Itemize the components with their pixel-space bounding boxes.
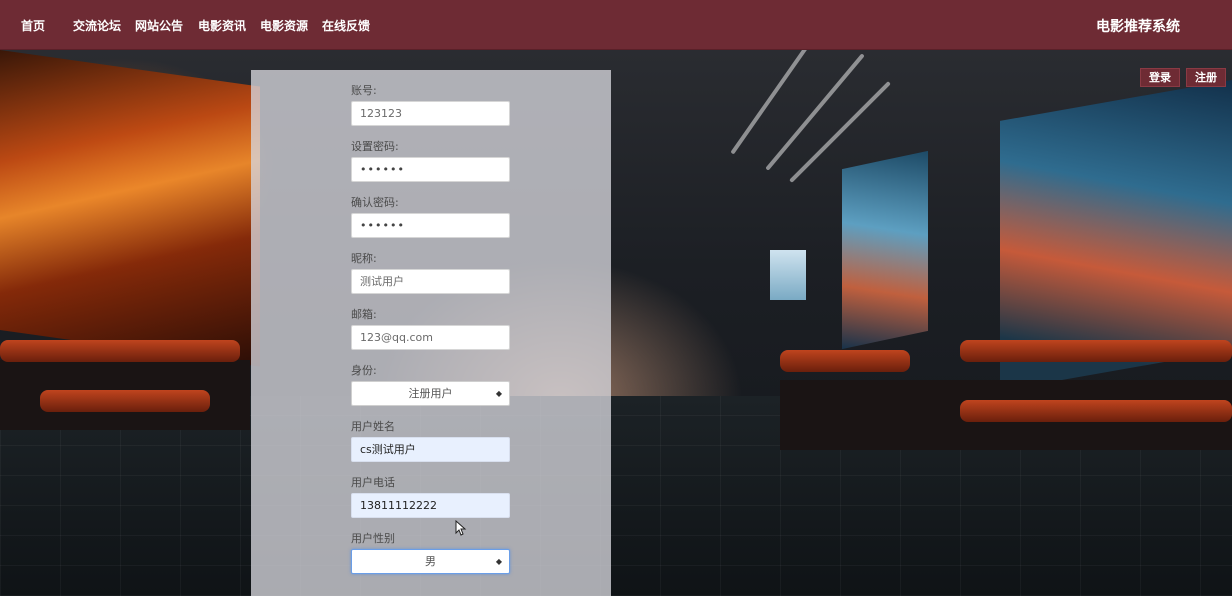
ceiling-light [730, 50, 820, 155]
role-select[interactable]: 注册用户 ◆ [351, 381, 510, 406]
email-label: 邮箱: [351, 308, 377, 321]
seat-row [780, 350, 910, 372]
nav-movie-resources-link[interactable]: 电影资源 [260, 17, 308, 34]
nav-announcement-link[interactable]: 网站公告 [135, 17, 183, 34]
phone-label: 用户电话 [351, 476, 395, 489]
role-select-value: 注册用户 [408, 387, 453, 400]
small-screen-art [770, 250, 806, 300]
gender-label: 用户性别 [351, 532, 395, 545]
left-screen-art [0, 50, 260, 367]
realname-label: 用户姓名 [351, 420, 395, 433]
register-button[interactable]: 注册 [1186, 68, 1226, 87]
seat-row [960, 400, 1232, 422]
seat-row [960, 340, 1232, 362]
seat-row [40, 390, 210, 412]
account-label: 账号: [351, 84, 377, 97]
select-arrows-icon: ◆ [495, 557, 502, 566]
phone-input[interactable]: 13811112222 [351, 493, 510, 518]
nickname-label: 昵称: [351, 252, 377, 265]
email-input[interactable]: 123@qq.com [351, 325, 510, 350]
nav-movie-news-link[interactable]: 电影资讯 [198, 17, 246, 34]
middle-screen-art [842, 150, 928, 350]
nav-feedback-link[interactable]: 在线反馈 [322, 17, 370, 34]
mouse-pointer-icon [455, 520, 467, 536]
gender-select-value: 男 [425, 555, 436, 568]
gender-select[interactable]: 男 ◆ [351, 549, 510, 574]
realname-input[interactable]: cs测试用户 [351, 437, 510, 462]
account-input[interactable]: 123123 [351, 101, 510, 126]
background-cinema-image [0, 50, 1232, 596]
registration-form-panel: 账号: 123123 设置密码: •••••• 确认密码: •••••• 昵称:… [251, 70, 611, 596]
select-arrows-icon: ◆ [495, 389, 502, 398]
login-button[interactable]: 登录 [1140, 68, 1180, 87]
site-title: 电影推荐系统 [1096, 19, 1180, 35]
confirm-password-label: 确认密码: [351, 196, 399, 209]
nickname-input[interactable]: 测试用户 [351, 269, 510, 294]
confirm-password-input[interactable]: •••••• [351, 213, 510, 238]
password-label: 设置密码: [351, 140, 399, 153]
seat-row [0, 340, 240, 362]
nav-forum-link[interactable]: 交流论坛 [73, 17, 121, 34]
nav-home-link[interactable]: 首页 [21, 17, 45, 34]
password-input[interactable]: •••••• [351, 157, 510, 182]
role-label: 身份: [351, 364, 377, 377]
top-navigation-bar: 首页 交流论坛 网站公告 电影资讯 电影资源 在线反馈 电影推荐系统 [0, 0, 1232, 50]
